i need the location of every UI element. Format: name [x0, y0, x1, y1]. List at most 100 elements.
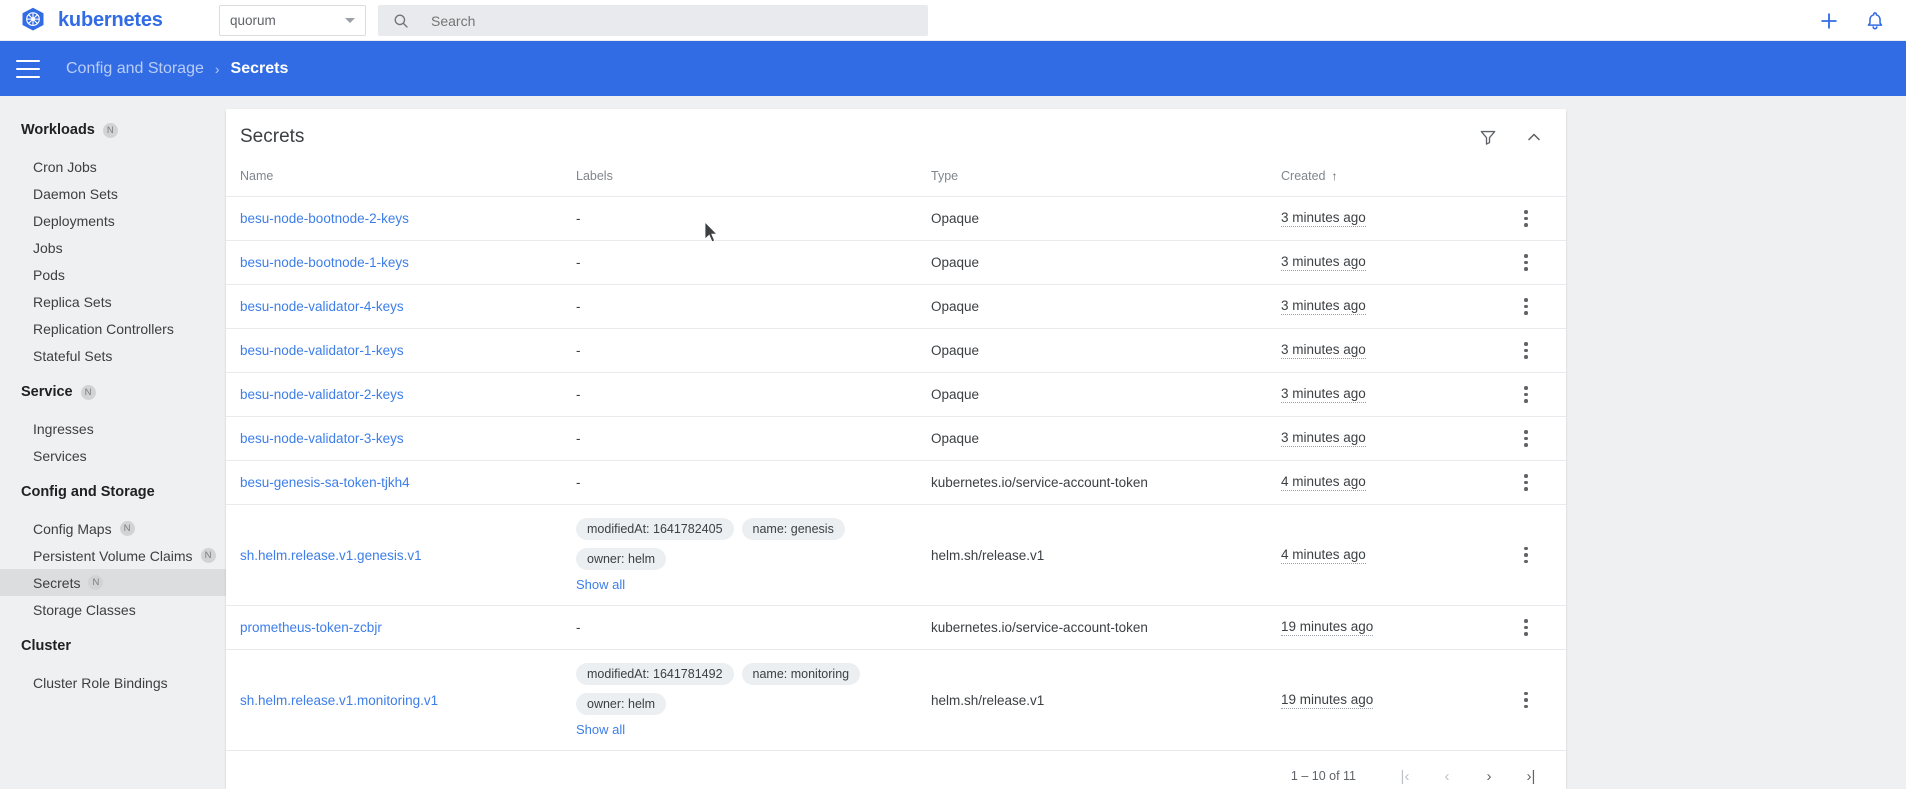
- row-menu-icon[interactable]: [1514, 210, 1538, 227]
- namespace-badge: N: [120, 521, 135, 536]
- card-header: Secrets: [226, 109, 1566, 165]
- sidebar-item-daemon-sets[interactable]: Daemon Sets: [0, 180, 226, 207]
- sidebar-item-replica-sets[interactable]: Replica Sets: [0, 288, 226, 315]
- cell-created: 3 minutes ago: [1281, 417, 1496, 461]
- next-page-button[interactable]: ›: [1470, 757, 1508, 789]
- pagination: 1 – 10 of 11 |‹ ‹ › ›|: [226, 751, 1566, 789]
- secret-type: kubernetes.io/service-account-token: [931, 475, 1148, 490]
- column-header-created[interactable]: Created↑: [1281, 165, 1496, 197]
- sidebar-item-persistent-volume-claims[interactable]: Persistent Volume ClaimsN: [0, 542, 226, 569]
- cell-type: Opaque: [931, 329, 1281, 373]
- label-chip-group: modifiedAt: 1641782405name: genesisowner…: [576, 518, 931, 570]
- last-page-button[interactable]: ›|: [1512, 757, 1550, 789]
- sidebar-item-pods[interactable]: Pods: [0, 261, 226, 288]
- table-row[interactable]: prometheus-token-zcbjr-kubernetes.io/ser…: [226, 606, 1566, 650]
- sidebar-group-cluster[interactable]: Cluster: [0, 630, 226, 662]
- sidebar-item-label: Cron Jobs: [33, 159, 97, 175]
- sidebar-item-config-maps[interactable]: Config MapsN: [0, 515, 226, 542]
- sidebar-group-workloads[interactable]: WorkloadsN: [0, 114, 226, 146]
- cell-created: 3 minutes ago: [1281, 241, 1496, 285]
- sidebar-item-deployments[interactable]: Deployments: [0, 207, 226, 234]
- cell-name: besu-node-bootnode-2-keys: [226, 197, 576, 241]
- secret-name-link[interactable]: besu-node-bootnode-1-keys: [240, 255, 409, 270]
- secret-type: Opaque: [931, 387, 979, 402]
- pagination-range: 1 – 10 of 11: [1291, 769, 1356, 783]
- brand-home-link[interactable]: kubernetes: [19, 6, 163, 34]
- row-menu-icon[interactable]: [1514, 692, 1538, 709]
- secret-name-link[interactable]: besu-node-validator-1-keys: [240, 343, 404, 358]
- table-row[interactable]: besu-node-validator-2-keys-Opaque3 minut…: [226, 373, 1566, 417]
- namespace-badge: N: [88, 575, 103, 590]
- previous-page-button[interactable]: ‹: [1428, 757, 1466, 789]
- secret-name-link[interactable]: besu-node-validator-4-keys: [240, 299, 404, 314]
- sidebar-item-stateful-sets[interactable]: Stateful Sets: [0, 342, 226, 369]
- secret-type: kubernetes.io/service-account-token: [931, 620, 1148, 635]
- secret-name-link[interactable]: besu-node-validator-2-keys: [240, 387, 404, 402]
- cell-created: 3 minutes ago: [1281, 285, 1496, 329]
- column-header-name[interactable]: Name: [226, 165, 576, 197]
- first-page-button[interactable]: |‹: [1386, 757, 1424, 789]
- namespace-selector[interactable]: quorum: [219, 5, 366, 36]
- secret-name-link[interactable]: sh.helm.release.v1.genesis.v1: [240, 548, 422, 563]
- cell-created: 19 minutes ago: [1281, 606, 1496, 650]
- cell-labels: -: [576, 373, 931, 417]
- sidebar-item-secrets[interactable]: SecretsN: [0, 569, 226, 596]
- plus-icon[interactable]: [1818, 10, 1840, 32]
- show-all-labels-link[interactable]: Show all: [576, 722, 931, 737]
- breadcrumb-parent[interactable]: Config and Storage: [66, 60, 204, 78]
- row-menu-icon[interactable]: [1514, 254, 1538, 271]
- table-row[interactable]: besu-genesis-sa-token-tjkh4-kubernetes.i…: [226, 461, 1566, 505]
- hamburger-menu-icon[interactable]: [16, 60, 40, 78]
- secret-name-link[interactable]: prometheus-token-zcbjr: [240, 620, 382, 635]
- sidebar-group-config-and-storage[interactable]: Config and Storage: [0, 476, 226, 508]
- secret-name-link[interactable]: sh.helm.release.v1.monitoring.v1: [240, 693, 438, 708]
- sidebar-item-ingresses[interactable]: Ingresses: [0, 415, 226, 442]
- table-row[interactable]: besu-node-validator-4-keys-Opaque3 minut…: [226, 285, 1566, 329]
- secret-name-link[interactable]: besu-node-validator-3-keys: [240, 431, 404, 446]
- bell-icon[interactable]: [1864, 10, 1886, 32]
- secret-type: Opaque: [931, 299, 979, 314]
- secret-name-link[interactable]: besu-genesis-sa-token-tjkh4: [240, 475, 410, 490]
- sidebar-item-label: Ingresses: [33, 421, 94, 437]
- table-row[interactable]: besu-node-validator-3-keys-Opaque3 minut…: [226, 417, 1566, 461]
- sidebar-item-replication-controllers[interactable]: Replication Controllers: [0, 315, 226, 342]
- sidebar-item-jobs[interactable]: Jobs: [0, 234, 226, 261]
- table-row[interactable]: besu-node-bootnode-1-keys-Opaque3 minute…: [226, 241, 1566, 285]
- cell-labels: -: [576, 241, 931, 285]
- table-row[interactable]: sh.helm.release.v1.genesis.v1 modifiedAt:…: [226, 505, 1566, 606]
- sidebar-item-services[interactable]: Services: [0, 442, 226, 469]
- table-row[interactable]: sh.helm.release.v1.monitoring.v1modified…: [226, 650, 1566, 751]
- row-menu-icon[interactable]: [1514, 342, 1538, 359]
- show-all-labels-link[interactable]: Show all: [576, 577, 931, 592]
- cell-actions: [1496, 650, 1566, 751]
- sidebar-nav: WorkloadsN Cron Jobs Daemon SetsDeployment…: [0, 96, 226, 789]
- row-menu-icon[interactable]: [1514, 619, 1538, 636]
- secret-name-link[interactable]: besu-node-bootnode-2-keys: [240, 211, 409, 226]
- cell-type: kubernetes.io/service-account-token: [931, 461, 1281, 505]
- secret-type: Opaque: [931, 343, 979, 358]
- global-search[interactable]: [378, 5, 928, 36]
- sidebar-spacer: [0, 146, 226, 153]
- search-input[interactable]: [431, 13, 914, 29]
- sidebar-group-service[interactable]: ServiceN: [0, 376, 226, 408]
- row-menu-icon[interactable]: [1514, 430, 1538, 447]
- cell-created: 4 minutes ago: [1281, 505, 1496, 606]
- filter-funnel-icon[interactable]: [1478, 127, 1498, 147]
- sidebar-item-cluster-role-bindings[interactable]: Cluster Role Bindings: [0, 669, 226, 696]
- cell-type: Opaque: [931, 197, 1281, 241]
- row-menu-icon[interactable]: [1514, 386, 1538, 403]
- column-header-actions: [1496, 165, 1566, 197]
- main-content: Secrets Name Labels Type Created↑: [226, 96, 1906, 789]
- sidebar-item-cron-jobs[interactable]: Cron Jobs: [0, 153, 226, 180]
- row-menu-icon[interactable]: [1514, 547, 1538, 564]
- column-header-type[interactable]: Type: [931, 165, 1281, 197]
- sidebar-item-storage-classes[interactable]: Storage Classes: [0, 596, 226, 623]
- table-row[interactable]: besu-node-validator-1-keys-Opaque3 minut…: [226, 329, 1566, 373]
- chevron-up-icon[interactable]: [1524, 127, 1544, 147]
- row-menu-icon[interactable]: [1514, 298, 1538, 315]
- column-header-labels[interactable]: Labels: [576, 165, 931, 197]
- page-title: Secrets: [240, 126, 1478, 148]
- table-row[interactable]: besu-node-bootnode-2-keys-Opaque3 minute…: [226, 197, 1566, 241]
- cell-actions: [1496, 197, 1566, 241]
- row-menu-icon[interactable]: [1514, 474, 1538, 491]
